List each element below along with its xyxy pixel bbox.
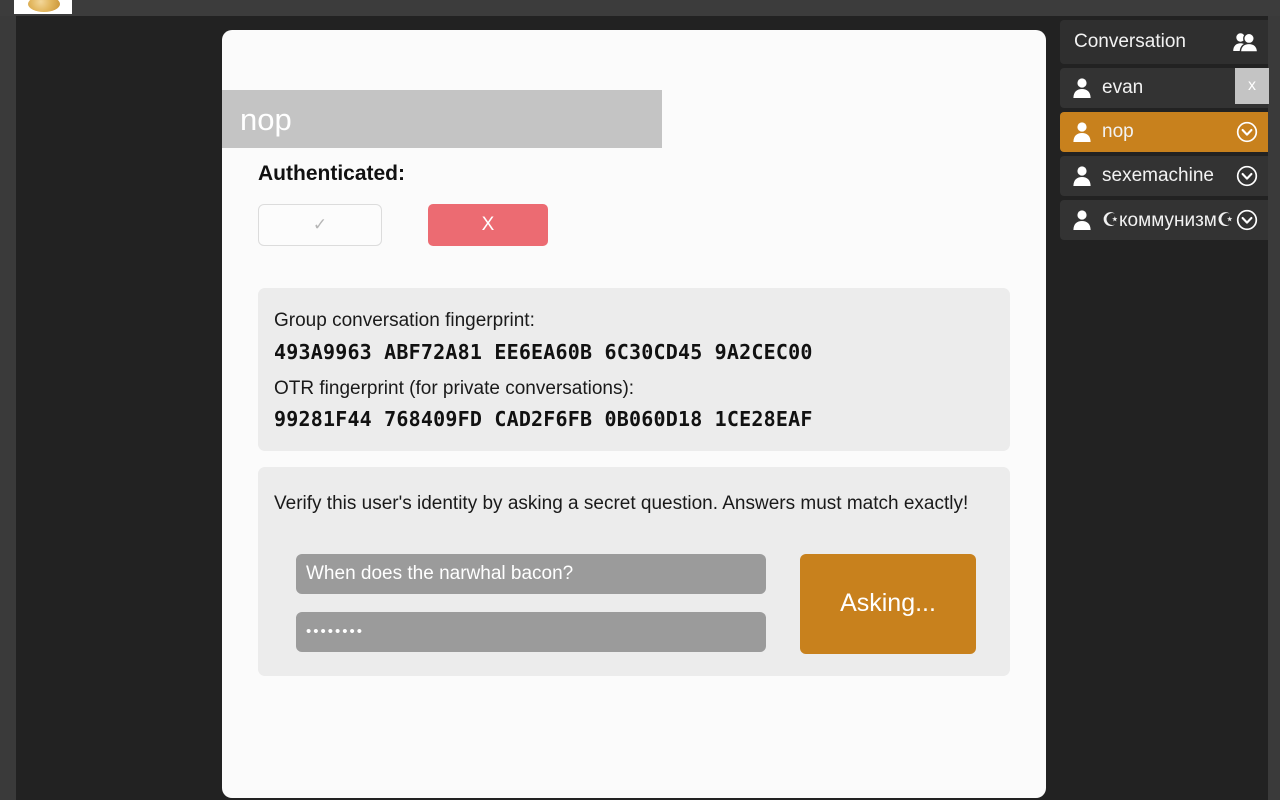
otr-fingerprint-label: OTR fingerprint (for private conversatio… <box>274 377 635 399</box>
page-title: nop <box>240 101 292 137</box>
authenticate-no-button[interactable]: X <box>428 204 548 246</box>
authenticated-label: Authenticated: <box>258 162 405 185</box>
buddy-sidebar: Conversation evan nop sexemachine ☪комму… <box>1060 20 1268 244</box>
person-icon <box>1072 121 1102 143</box>
person-icon <box>1072 165 1102 187</box>
authenticate-yes-button[interactable]: ✓ <box>258 204 382 246</box>
ask-button[interactable]: Asking... <box>800 553 976 654</box>
group-people-icon <box>1232 31 1258 53</box>
person-icon <box>1072 77 1102 99</box>
verify-identity-panel: Verify this user's identity by asking a … <box>258 467 1010 676</box>
dialog-titlebar: nop <box>222 90 662 148</box>
sidebar-item-kommunizm[interactable]: ☪коммунизм☪ <box>1060 200 1268 240</box>
close-button[interactable]: x <box>1235 68 1269 104</box>
sidebar-item-sexemachine[interactable]: sexemachine <box>1060 156 1268 196</box>
sidebar-item-label: evan <box>1102 77 1144 98</box>
smp-form: Asking... <box>274 553 994 654</box>
sidebar-item-label: sexemachine <box>1102 165 1214 186</box>
smp-fields <box>296 553 766 652</box>
right-edge-strip <box>1268 16 1280 800</box>
group-fingerprint-label: Group conversation fingerprint: <box>274 310 535 331</box>
authenticated-toggle-group: ✓ X <box>258 204 1010 246</box>
sidebar-item-label: nop <box>1102 121 1134 142</box>
secret-answer-input[interactable] <box>296 611 766 652</box>
chevron-down-circle-icon[interactable] <box>1236 121 1258 143</box>
sidebar-item-label: ☪коммунизм☪ <box>1102 209 1234 231</box>
person-icon <box>1072 209 1102 231</box>
chevron-down-circle-icon[interactable] <box>1236 209 1258 231</box>
buddy-info-dialog: x nop Authenticated: ✓ X Group conversat… <box>222 30 1269 798</box>
secret-question-input[interactable] <box>296 553 766 594</box>
browser-tab[interactable] <box>14 0 72 14</box>
group-fingerprint-value: 493A9963 ABF72A81 EE6EA60B 6C30CD45 9A2C… <box>274 339 813 364</box>
sidebar-header: Conversation <box>1060 20 1268 64</box>
sidebar-item-nop[interactable]: nop <box>1060 112 1268 152</box>
cookie-favicon-icon <box>28 0 60 12</box>
browser-chrome-strip <box>0 0 1280 16</box>
chevron-down-circle-icon[interactable] <box>1236 165 1258 187</box>
fingerprint-panel: Group conversation fingerprint: 493A9963… <box>258 288 1010 452</box>
left-edge-strip <box>0 16 16 800</box>
otr-fingerprint-value: 99281F44 768409FD CAD2F6FB 0B060D18 1CE2… <box>274 407 813 432</box>
dialog-body: Authenticated: ✓ X Group conversation fi… <box>258 162 1010 692</box>
app-root: Conversation evan nop sexemachine ☪комму… <box>0 16 1280 800</box>
verify-description: Verify this user's identity by asking a … <box>274 493 969 515</box>
sidebar-header-title: Conversation <box>1074 31 1186 52</box>
